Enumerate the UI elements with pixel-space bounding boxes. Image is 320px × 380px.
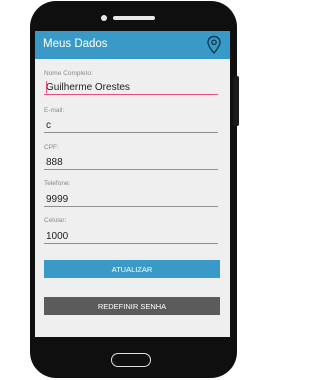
mobile-label: Celular: <box>44 217 67 224</box>
home-button[interactable] <box>111 353 151 367</box>
phone-side-button <box>233 76 239 126</box>
earpiece-speaker <box>113 16 155 20</box>
location-pin-icon[interactable] <box>205 35 223 55</box>
email-label: E-mail: <box>44 107 65 114</box>
reset-password-button[interactable]: REDEFINIR SENHA <box>44 297 220 315</box>
app-screen: Meus Dados Nome Completo: E-mail: CPF: T… <box>35 31 230 337</box>
cpf-field[interactable] <box>44 155 218 170</box>
phone-label: Telefone: <box>44 180 71 187</box>
full-name-label: Nome Completo: <box>44 70 93 77</box>
page-title: Meus Dados <box>43 38 108 50</box>
front-camera <box>101 15 107 21</box>
cpf-label: CPF: <box>44 144 59 151</box>
full-name-field[interactable] <box>44 80 218 95</box>
text-cursor <box>46 81 47 93</box>
update-button[interactable]: ATUALIZAR <box>44 260 220 278</box>
phone-field[interactable] <box>44 192 218 207</box>
app-bar: Meus Dados <box>35 31 230 59</box>
mobile-field[interactable] <box>44 229 218 244</box>
email-field[interactable] <box>44 118 218 133</box>
